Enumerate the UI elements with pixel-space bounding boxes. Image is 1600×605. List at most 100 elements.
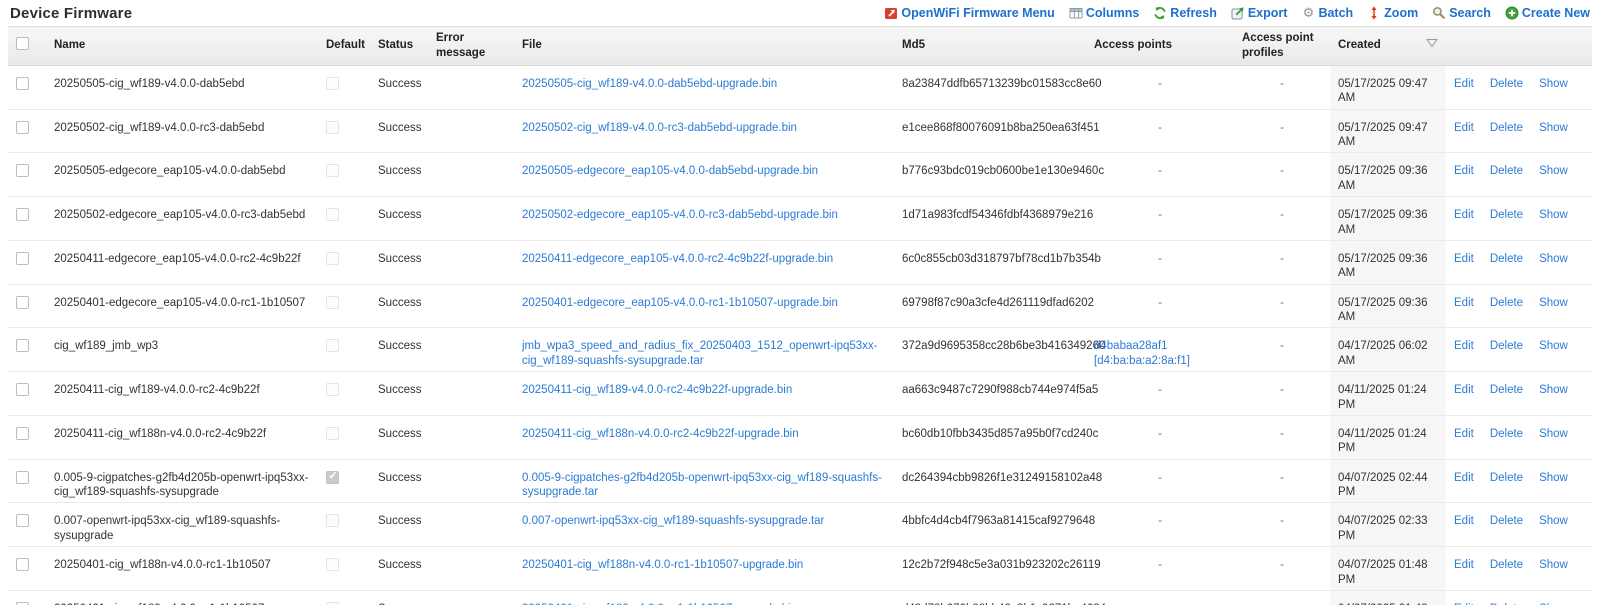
delete-link[interactable]: Delete [1490, 297, 1523, 309]
status-text: Success [370, 371, 428, 416]
edit-link[interactable]: Edit [1454, 297, 1474, 309]
edit-link[interactable]: Edit [1454, 515, 1474, 527]
file-link[interactable]: 20250411-edgecore_eap105-v4.0.0-rc2-4c9b… [522, 253, 833, 265]
status-text: Success [370, 109, 428, 154]
file-link[interactable]: 20250502-cig_wf189-v4.0.0-rc3-dab5ebd-up… [522, 122, 797, 134]
access-points-link[interactable]: d4babaa28af1 [d4:ba:ba:a2:8a:f1] [1094, 340, 1190, 366]
column-header-access-point-profiles[interactable]: Access point profiles [1234, 26, 1330, 66]
edit-link[interactable]: Edit [1454, 253, 1474, 265]
file-link[interactable]: 20250411-cig_wf189-v4.0.0-rc2-4c9b22f-up… [522, 384, 792, 396]
row-select-checkbox[interactable] [16, 470, 29, 484]
file-link[interactable]: 20250505-cig_wf189-v4.0.0-dab5ebd-upgrad… [522, 78, 777, 90]
column-header-md5[interactable]: Md5 [894, 26, 1086, 66]
access-points-value: - [1158, 515, 1162, 528]
file-link[interactable]: 20250401-edgecore_eap105-v4.0.0-rc1-1b10… [522, 297, 838, 309]
show-link[interactable]: Show [1539, 428, 1568, 440]
column-header-access-points[interactable]: Access points [1086, 26, 1234, 66]
row-select-checkbox[interactable] [16, 295, 29, 309]
show-link[interactable]: Show [1539, 515, 1568, 527]
row-select-checkbox[interactable] [16, 76, 29, 90]
page-title: Device Firmware [10, 5, 133, 22]
delete-link[interactable]: Delete [1490, 253, 1523, 265]
openwifi-menu-icon [884, 6, 898, 20]
firmware-name: 20250401-cig_wf188n-v4.0.0-rc1-1b10507 [46, 546, 318, 591]
column-header-name[interactable]: Name [46, 26, 318, 66]
row-select-checkbox[interactable] [16, 514, 29, 528]
search-button[interactable]: Search [1432, 6, 1491, 20]
zoom-icon [1367, 6, 1381, 20]
show-link[interactable]: Show [1539, 253, 1568, 265]
column-header-file[interactable]: File [514, 26, 894, 66]
show-link[interactable]: Show [1539, 297, 1568, 309]
toolbar-label: Columns [1085, 6, 1140, 20]
edit-link[interactable]: Edit [1454, 384, 1474, 396]
show-link[interactable]: Show [1539, 165, 1568, 177]
row-select-checkbox[interactable] [16, 208, 29, 222]
export-button[interactable]: Export [1231, 6, 1287, 20]
zoom-button[interactable]: Zoom [1367, 6, 1418, 20]
row-select-checkbox[interactable] [16, 120, 29, 134]
edit-link[interactable]: Edit [1454, 78, 1474, 90]
delete-link[interactable]: Delete [1490, 428, 1523, 440]
row-select-checkbox[interactable] [16, 339, 29, 353]
row-select-checkbox[interactable] [16, 251, 29, 265]
delete-link[interactable]: Delete [1490, 78, 1523, 90]
file-link[interactable]: 20250505-edgecore_eap105-v4.0.0-dab5ebd-… [522, 165, 818, 177]
firmware-table: Name Default Status Error message File M… [8, 26, 1592, 605]
edit-link[interactable]: Edit [1454, 428, 1474, 440]
edit-link[interactable]: Edit [1454, 122, 1474, 134]
show-link[interactable]: Show [1539, 122, 1568, 134]
select-all-checkbox[interactable] [16, 36, 29, 50]
delete-link[interactable]: Delete [1490, 340, 1523, 352]
file-link[interactable]: 20250502-edgecore_eap105-v4.0.0-rc3-dab5… [522, 209, 838, 221]
row-select-checkbox[interactable] [16, 426, 29, 440]
show-link[interactable]: Show [1539, 209, 1568, 221]
access-point-profiles-value: - [1280, 121, 1284, 134]
columns-button[interactable]: Columns [1069, 6, 1139, 20]
status-text: Success [370, 459, 428, 504]
delete-link[interactable]: Delete [1490, 515, 1523, 527]
openwifi-firmware-menu-button[interactable]: OpenWiFi Firmware Menu [884, 6, 1055, 20]
column-header-error-message[interactable]: Error message [428, 26, 514, 66]
status-text: Success [370, 240, 428, 285]
show-link[interactable]: Show [1539, 78, 1568, 90]
batch-icon: ⚙ [1302, 5, 1315, 21]
edit-link[interactable]: Edit [1454, 340, 1474, 352]
column-header-created[interactable]: Created [1330, 26, 1446, 66]
delete-link[interactable]: Delete [1490, 384, 1523, 396]
access-points-value: - [1158, 165, 1162, 178]
table-row: 20250505-edgecore_eap105-v4.0.0-dab5ebd S… [8, 152, 1592, 198]
show-link[interactable]: Show [1539, 384, 1568, 396]
delete-link[interactable]: Delete [1490, 122, 1523, 134]
show-link[interactable]: Show [1539, 340, 1568, 352]
refresh-button[interactable]: Refresh [1153, 6, 1217, 20]
file-link[interactable]: jmb_wpa3_speed_and_radius_fix_20250403_1… [522, 340, 878, 366]
file-link[interactable]: 0.007-openwrt-ipq53xx-cig_wf189-squashfs… [522, 515, 824, 527]
firmware-name: 20250401-cig_wf189-v4.0.0-rc1-1b10507 [46, 590, 318, 605]
delete-link[interactable]: Delete [1490, 165, 1523, 177]
row-select-checkbox[interactable] [16, 558, 29, 572]
file-link[interactable]: 0.005-9-cigpatches-g2fb4d205b-openwrt-ip… [522, 472, 882, 498]
md5-value: 6c0c855cb03d318797bf78cd1b7b354b [894, 240, 1101, 285]
row-select-checkbox[interactable] [16, 164, 29, 178]
edit-link[interactable]: Edit [1454, 472, 1474, 484]
edit-link[interactable]: Edit [1454, 165, 1474, 177]
md5-value: aa663c9487c7290f988cb744e974f5a5 [894, 371, 1098, 416]
delete-link[interactable]: Delete [1490, 559, 1523, 571]
file-link[interactable]: 20250401-cig_wf188n-v4.0.0-rc1-1b10507-u… [522, 559, 803, 571]
show-link[interactable]: Show [1539, 559, 1568, 571]
column-header-status[interactable]: Status [370, 26, 428, 66]
access-points-value: - [1158, 209, 1162, 222]
create-new-button[interactable]: Create New [1505, 6, 1590, 20]
delete-link[interactable]: Delete [1490, 472, 1523, 484]
row-select-checkbox[interactable] [16, 383, 29, 397]
batch-button[interactable]: ⚙ Batch [1301, 5, 1354, 21]
error-message [428, 459, 514, 504]
file-link[interactable]: 20250411-cig_wf188n-v4.0.0-rc2-4c9b22f-u… [522, 428, 799, 440]
show-link[interactable]: Show [1539, 472, 1568, 484]
delete-link[interactable]: Delete [1490, 209, 1523, 221]
edit-link[interactable]: Edit [1454, 209, 1474, 221]
column-header-default[interactable]: Default [318, 26, 370, 66]
edit-link[interactable]: Edit [1454, 559, 1474, 571]
sort-descending-icon[interactable] [1426, 38, 1438, 53]
